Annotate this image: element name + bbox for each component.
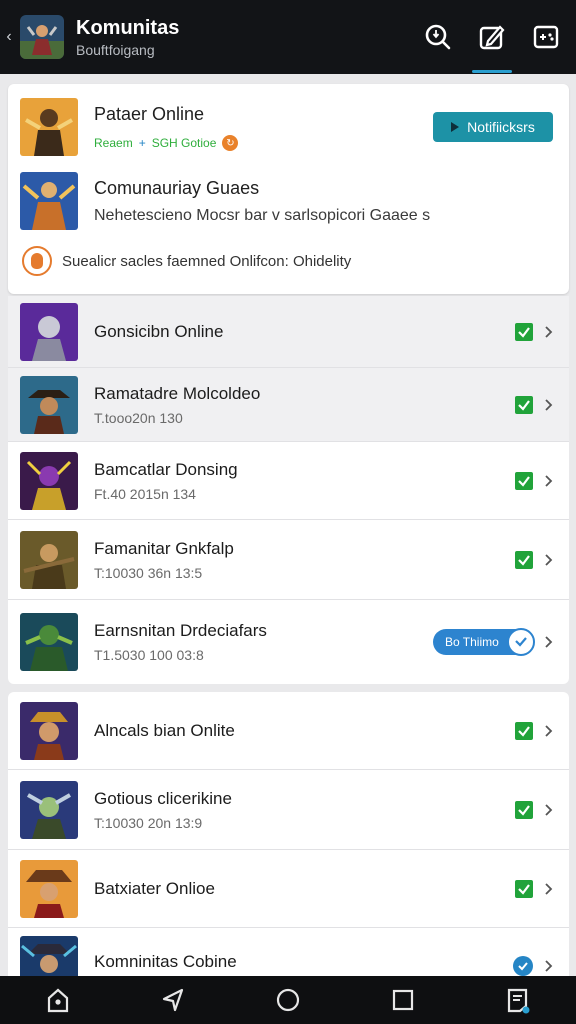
game-list-group-1: Gonsicibn Online Ramatadre Molcoldeo T.t… xyxy=(8,296,569,684)
list-item-subtitle: Ft.40 2015n 134 xyxy=(94,485,196,502)
check-icon[interactable] xyxy=(515,471,533,490)
check-icon[interactable] xyxy=(515,800,533,819)
check-icon[interactable] xyxy=(515,879,533,898)
app-title: Komunitas xyxy=(76,16,180,39)
check-icon[interactable] xyxy=(515,550,533,569)
game-thumbnail xyxy=(20,936,78,979)
list-item[interactable]: Alncals bian Onlite xyxy=(8,692,569,770)
list-item[interactable]: Gotious clicerikine T:10030 20n 13:9 xyxy=(8,770,569,850)
list-item-title: Gotious clicerikine xyxy=(94,788,232,808)
game-controller-icon[interactable] xyxy=(530,21,562,53)
list-item-title: Famanitar Gnkfalp xyxy=(94,538,234,558)
list-item[interactable]: Earnsnitan Drdeciafars T1.5030 100 03:8 … xyxy=(8,600,569,684)
back-triangle-icon[interactable] xyxy=(153,980,193,1020)
game-thumbnail[interactable] xyxy=(20,98,78,156)
list-item-title: Alncals bian Onlite xyxy=(94,720,235,740)
community-thumbnail[interactable] xyxy=(20,172,78,230)
game-title: Pataer Online xyxy=(94,104,205,124)
chevron-right-icon[interactable] xyxy=(543,724,555,737)
verified-icon xyxy=(507,628,535,656)
game-thumbnail xyxy=(20,859,78,918)
community-description: Nehetescieno Mocsr bar v sarlsopicori Ga… xyxy=(94,207,431,224)
list-item-subtitle: T1.5030 100 03:8 xyxy=(94,647,204,663)
chevron-right-icon[interactable] xyxy=(543,398,555,411)
list-item[interactable]: Bamcatlar Donsing Ft.40 2015n 134 xyxy=(8,442,569,520)
recents-square-icon[interactable] xyxy=(383,980,423,1020)
edit-icon[interactable] xyxy=(472,21,512,73)
verified-icon[interactable] xyxy=(513,956,533,976)
community-header-card: Pataer Online Reaem + SGH Gotioe ↻ Notif… xyxy=(8,84,569,294)
search-icon[interactable] xyxy=(422,21,454,53)
play-icon xyxy=(451,122,460,132)
game-list-group-2: Alncals bian Onlite Gotious clicerikine … xyxy=(8,692,569,980)
game-thumbnail xyxy=(20,613,78,671)
community-title: Comunauriay Guaes xyxy=(94,178,260,198)
check-icon[interactable] xyxy=(515,322,533,341)
game-thumbnail xyxy=(20,451,78,510)
check-icon[interactable] xyxy=(515,395,533,414)
list-item-subtitle: T:10030 36n 13:5 xyxy=(94,564,203,581)
list-item-subtitle: T:10030 20n 13:9 xyxy=(94,814,203,831)
status-pill-label: Bo Thiimo xyxy=(445,635,499,649)
tag-label: Reaem xyxy=(94,136,133,150)
list-item-subtitle: T.tooo20n 130 xyxy=(94,409,183,426)
status-pill[interactable]: Bo Thiimo xyxy=(433,628,535,656)
notifications-button-label: Notifiicksrs xyxy=(467,119,535,135)
list-item[interactable]: Batxiater Onlioe xyxy=(8,850,569,928)
refresh-icon: ↻ xyxy=(222,135,239,151)
list-item-title: Ramatadre Molcoldeo xyxy=(94,383,261,403)
info-icon xyxy=(22,246,52,276)
system-navigation-bar xyxy=(0,976,576,1024)
chevron-right-icon[interactable] xyxy=(543,636,555,648)
home-icon[interactable] xyxy=(38,980,78,1020)
chevron-right-icon[interactable] xyxy=(543,882,555,895)
game-thumbnail xyxy=(20,780,78,839)
game-thumbnail xyxy=(20,701,78,760)
community-note: Suealicr sacles faemned Onlifcon: Ohidel… xyxy=(62,252,352,270)
list-item-title: Gonsicibn Online xyxy=(94,321,224,341)
list-item[interactable]: Gonsicibn Online xyxy=(8,296,569,368)
game-thumbnail xyxy=(20,302,78,361)
list-item-title: Komninitas Cobine xyxy=(94,952,237,971)
list-item[interactable]: Famanitar Gnkfalp T:10030 36n 13:5 xyxy=(8,520,569,600)
notifications-button[interactable]: Notifiicksrs xyxy=(433,112,553,142)
chevron-right-icon[interactable] xyxy=(543,803,555,816)
chevron-right-icon[interactable] xyxy=(543,325,555,338)
game-thumbnail xyxy=(20,375,78,434)
list-item[interactable]: Ramatadre Molcoldeo T.tooo20n 130 xyxy=(8,368,569,442)
game-thumbnail xyxy=(20,530,78,589)
list-item-title: Bamcatlar Donsing xyxy=(94,459,238,479)
notes-icon[interactable] xyxy=(498,980,538,1020)
app-subtitle: Bouftfoigang xyxy=(76,41,155,58)
list-item-title: Batxiater Onlioe xyxy=(94,878,215,898)
list-item[interactable]: Komninitas Cobine xyxy=(8,928,569,980)
app-bar: ‹ Komunitas Bouftfoigang xyxy=(0,0,576,74)
chevron-right-icon[interactable] xyxy=(543,960,555,972)
tag-label-secondary: SGH Gotioe xyxy=(151,136,217,150)
chevron-right-icon[interactable] xyxy=(543,474,555,487)
check-icon[interactable] xyxy=(515,721,533,740)
back-arrow-icon[interactable]: ‹ xyxy=(0,0,18,74)
chevron-right-icon[interactable] xyxy=(543,553,555,566)
tag-separator: + xyxy=(138,136,146,150)
app-logo xyxy=(20,15,64,59)
list-item-title: Earnsnitan Drdeciafars xyxy=(94,621,267,640)
home-circle-icon[interactable] xyxy=(268,980,308,1020)
